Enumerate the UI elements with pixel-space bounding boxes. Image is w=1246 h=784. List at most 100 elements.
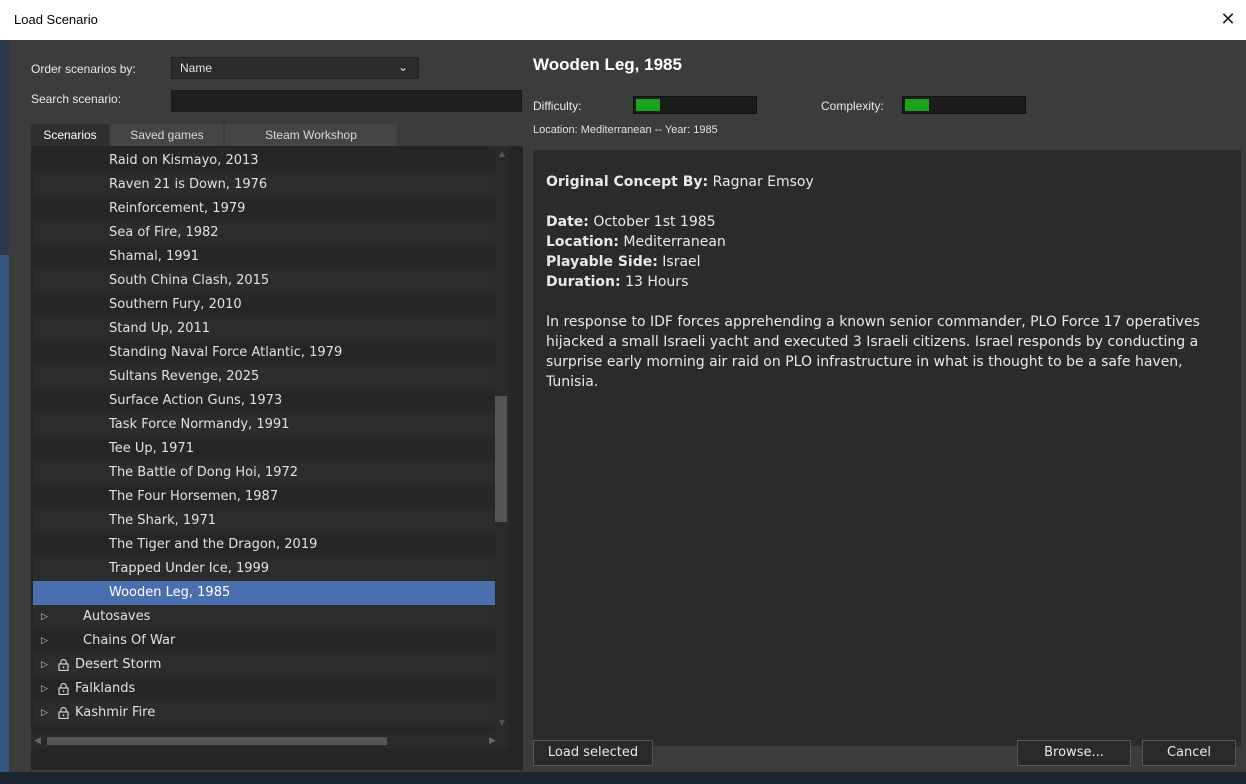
lock-icon xyxy=(58,683,69,695)
concept-line: Original Concept By: Ragnar Emsoy xyxy=(546,172,1226,192)
horizontal-scroll-thumb[interactable] xyxy=(47,737,387,745)
lock-icon xyxy=(58,659,69,671)
scenario-item-label: Raven 21 is Down, 1976 xyxy=(109,177,268,192)
complexity-meter-fill xyxy=(905,99,929,111)
background-app-bottom xyxy=(0,772,1246,784)
side-value: Israel xyxy=(662,254,701,270)
difficulty-label: Difficulty: xyxy=(533,99,582,113)
scenario-item[interactable]: Shamal, 1991 xyxy=(33,245,495,269)
lock-icon xyxy=(58,707,69,719)
load-selected-button[interactable]: Load selected xyxy=(533,740,653,766)
scenario-item-label: Sea of Fire, 1982 xyxy=(109,225,219,240)
scenario-item-label: Surface Action Guns, 1973 xyxy=(109,393,283,408)
scenario-item-label: Raid on Kismayo, 2013 xyxy=(109,153,259,168)
scenario-item[interactable]: Southern Fury, 2010 xyxy=(33,293,495,317)
scenario-item-label: Trapped Under Ice, 1999 xyxy=(109,561,270,576)
search-label: Search scenario: xyxy=(31,92,122,106)
scenario-item[interactable]: Surface Action Guns, 1973 xyxy=(33,389,495,413)
scenario-item-label: Task Force Normandy, 1991 xyxy=(109,417,290,432)
scenario-item[interactable]: South China Clash, 2015 xyxy=(33,269,495,293)
chevron-down-icon: ⌄ xyxy=(397,60,408,74)
date-value: October 1st 1985 xyxy=(593,214,716,230)
browse-button[interactable]: Browse... xyxy=(1017,740,1131,766)
complexity-label: Complexity: xyxy=(821,99,884,113)
scroll-down-icon[interactable]: ▼ xyxy=(495,718,509,728)
scenario-item[interactable]: The Tiger and the Dragon, 2019 xyxy=(33,533,495,557)
scenario-item[interactable]: Standing Naval Force Atlantic, 1979 xyxy=(33,341,495,365)
scenario-item[interactable]: The Shark, 1971 xyxy=(33,509,495,533)
difficulty-meter-fill xyxy=(636,99,660,111)
scenario-title: Wooden Leg, 1985 xyxy=(533,55,682,74)
vertical-scroll-thumb[interactable] xyxy=(495,396,507,522)
date-label: Date: xyxy=(546,214,589,230)
scenario-item[interactable]: Wooden Leg, 1985 xyxy=(33,581,495,605)
location-value: Mediterranean xyxy=(623,234,726,250)
tab-steam-workshop[interactable]: Steam Workshop xyxy=(225,124,397,146)
scenario-item[interactable]: Sea of Fire, 1982 xyxy=(33,221,495,245)
folder-item-label: Desert Storm xyxy=(75,657,162,672)
folder-item-label: Falklands xyxy=(75,681,136,696)
tab-saved-games[interactable]: Saved games xyxy=(111,124,223,146)
folder-item[interactable]: ▷ Kashmir Fire xyxy=(33,701,495,725)
triangle-right-icon[interactable]: ▷ xyxy=(41,629,48,653)
duration-value: 13 Hours xyxy=(625,274,689,290)
scenario-item-label: Standing Naval Force Atlantic, 1979 xyxy=(109,345,343,360)
scenario-item-label: The Shark, 1971 xyxy=(109,513,216,528)
duration-label: Duration: xyxy=(546,274,621,290)
cancel-button[interactable]: Cancel xyxy=(1142,740,1236,766)
scenario-tree[interactable]: Raid on Kismayo, 2013 Raven 21 is Down, 1… xyxy=(31,146,523,770)
scenario-item[interactable]: Reinforcement, 1979 xyxy=(33,197,495,221)
folder-item[interactable]: ▷ Chains Of War xyxy=(33,629,495,653)
date-line: Date: October 1st 1985 xyxy=(546,212,1226,232)
folder-item[interactable]: ▷ Desert Storm xyxy=(33,653,495,677)
triangle-right-icon[interactable]: ▷ xyxy=(41,653,48,677)
search-input[interactable] xyxy=(171,90,522,112)
load-scenario-dialog: Order scenarios by: Name ⌄ Search scenar… xyxy=(9,40,1246,772)
duration-line: Duration: 13 Hours xyxy=(546,272,1226,292)
scenario-item-label: The Four Horsemen, 1987 xyxy=(109,489,279,504)
scroll-left-icon[interactable]: ◀ xyxy=(34,734,41,748)
triangle-right-icon[interactable]: ▷ xyxy=(41,701,48,725)
background-app-map xyxy=(0,255,9,784)
side-line: Playable Side: Israel xyxy=(546,252,1226,272)
scenario-item-label: Sultans Revenge, 2025 xyxy=(109,369,260,384)
folder-item[interactable]: ▷ Autosaves xyxy=(33,605,495,629)
location-year-line: Location: Mediterranean -- Year: 1985 xyxy=(533,124,718,136)
scroll-right-icon[interactable]: ▶ xyxy=(489,734,496,748)
scenario-item[interactable]: Raven 21 is Down, 1976 xyxy=(33,173,495,197)
scenario-description: Original Concept By: Ragnar Emsoy Date: … xyxy=(533,150,1241,746)
scenario-item[interactable]: The Battle of Dong Hoi, 1972 xyxy=(33,461,495,485)
scenario-item[interactable]: Tee Up, 1971 xyxy=(33,437,495,461)
complexity-meter xyxy=(902,96,1026,114)
order-select-value: Name xyxy=(180,61,213,75)
concept-label: Original Concept By: xyxy=(546,174,709,190)
side-label: Playable Side: xyxy=(546,254,658,270)
difficulty-meter xyxy=(633,96,757,114)
scenario-item[interactable]: Task Force Normandy, 1991 xyxy=(33,413,495,437)
scenario-item-label: Wooden Leg, 1985 xyxy=(109,585,231,600)
scenario-item[interactable]: Sultans Revenge, 2025 xyxy=(33,365,495,389)
scenario-item[interactable]: Stand Up, 2011 xyxy=(33,317,495,341)
folder-item[interactable]: ▷ Falklands xyxy=(33,677,495,701)
triangle-right-icon[interactable]: ▷ xyxy=(41,677,48,701)
scenario-item[interactable]: Trapped Under Ice, 1999 xyxy=(33,557,495,581)
concept-value: Ragnar Emsoy xyxy=(712,174,814,190)
scenario-item-label: Southern Fury, 2010 xyxy=(109,297,242,312)
scenario-item-label: The Battle of Dong Hoi, 1972 xyxy=(109,465,299,480)
scroll-up-icon[interactable]: ▲ xyxy=(495,149,509,159)
folder-item-label: Autosaves xyxy=(83,609,151,624)
order-select[interactable]: Name ⌄ xyxy=(171,57,419,79)
scenario-item-label: Reinforcement, 1979 xyxy=(109,201,246,216)
scenario-item-label: Shamal, 1991 xyxy=(109,249,200,264)
close-icon[interactable]: ✕ xyxy=(1216,8,1240,32)
scenario-item[interactable]: The Four Horsemen, 1987 xyxy=(33,485,495,509)
tab-scenarios[interactable]: Scenarios xyxy=(31,124,109,146)
order-label: Order scenarios by: xyxy=(31,62,136,76)
description-text: In response to IDF forces apprehending a… xyxy=(546,314,1200,390)
triangle-right-icon[interactable]: ▷ xyxy=(41,605,48,629)
scenario-item-label: Tee Up, 1971 xyxy=(109,441,194,456)
scenario-item[interactable]: Raid on Kismayo, 2013 xyxy=(33,149,495,173)
scenario-item-label: Stand Up, 2011 xyxy=(109,321,211,336)
location-label: Location: xyxy=(546,234,619,250)
folder-item-label: Chains Of War xyxy=(83,633,176,648)
